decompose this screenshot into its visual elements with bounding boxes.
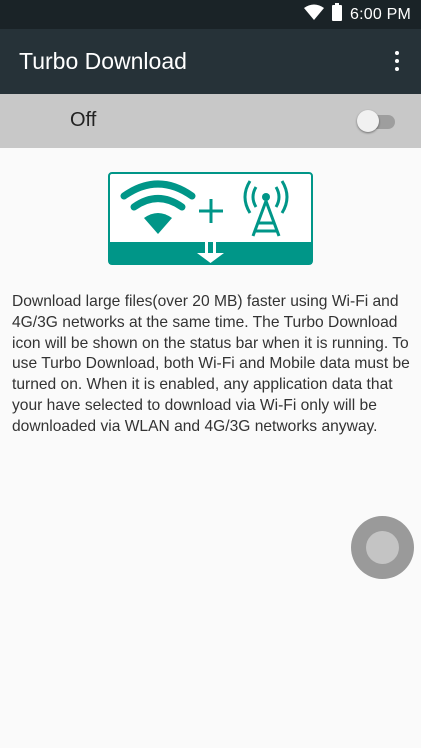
overflow-menu-icon[interactable] [385, 47, 409, 75]
toggle-thumb [357, 110, 379, 132]
floating-assistive-button[interactable] [351, 516, 414, 579]
battery-icon [332, 3, 342, 26]
status-bar: 6:00 PM [0, 0, 421, 29]
switch-label: Off [70, 109, 97, 131]
floating-button-inner [366, 531, 399, 564]
turbo-download-toggle[interactable] [357, 110, 397, 132]
app-bar: Turbo Download [0, 29, 421, 94]
status-time: 6:00 PM [350, 5, 411, 23]
status-icons: 6:00 PM [304, 0, 411, 29]
wifi-icon [304, 4, 324, 25]
app-title: Turbo Download [19, 48, 187, 74]
turbo-download-illustration [108, 172, 313, 265]
turbo-download-description: Download large files(over 20 MB) faster … [12, 293, 410, 435]
turbo-download-switch-row[interactable]: Off [0, 94, 421, 148]
